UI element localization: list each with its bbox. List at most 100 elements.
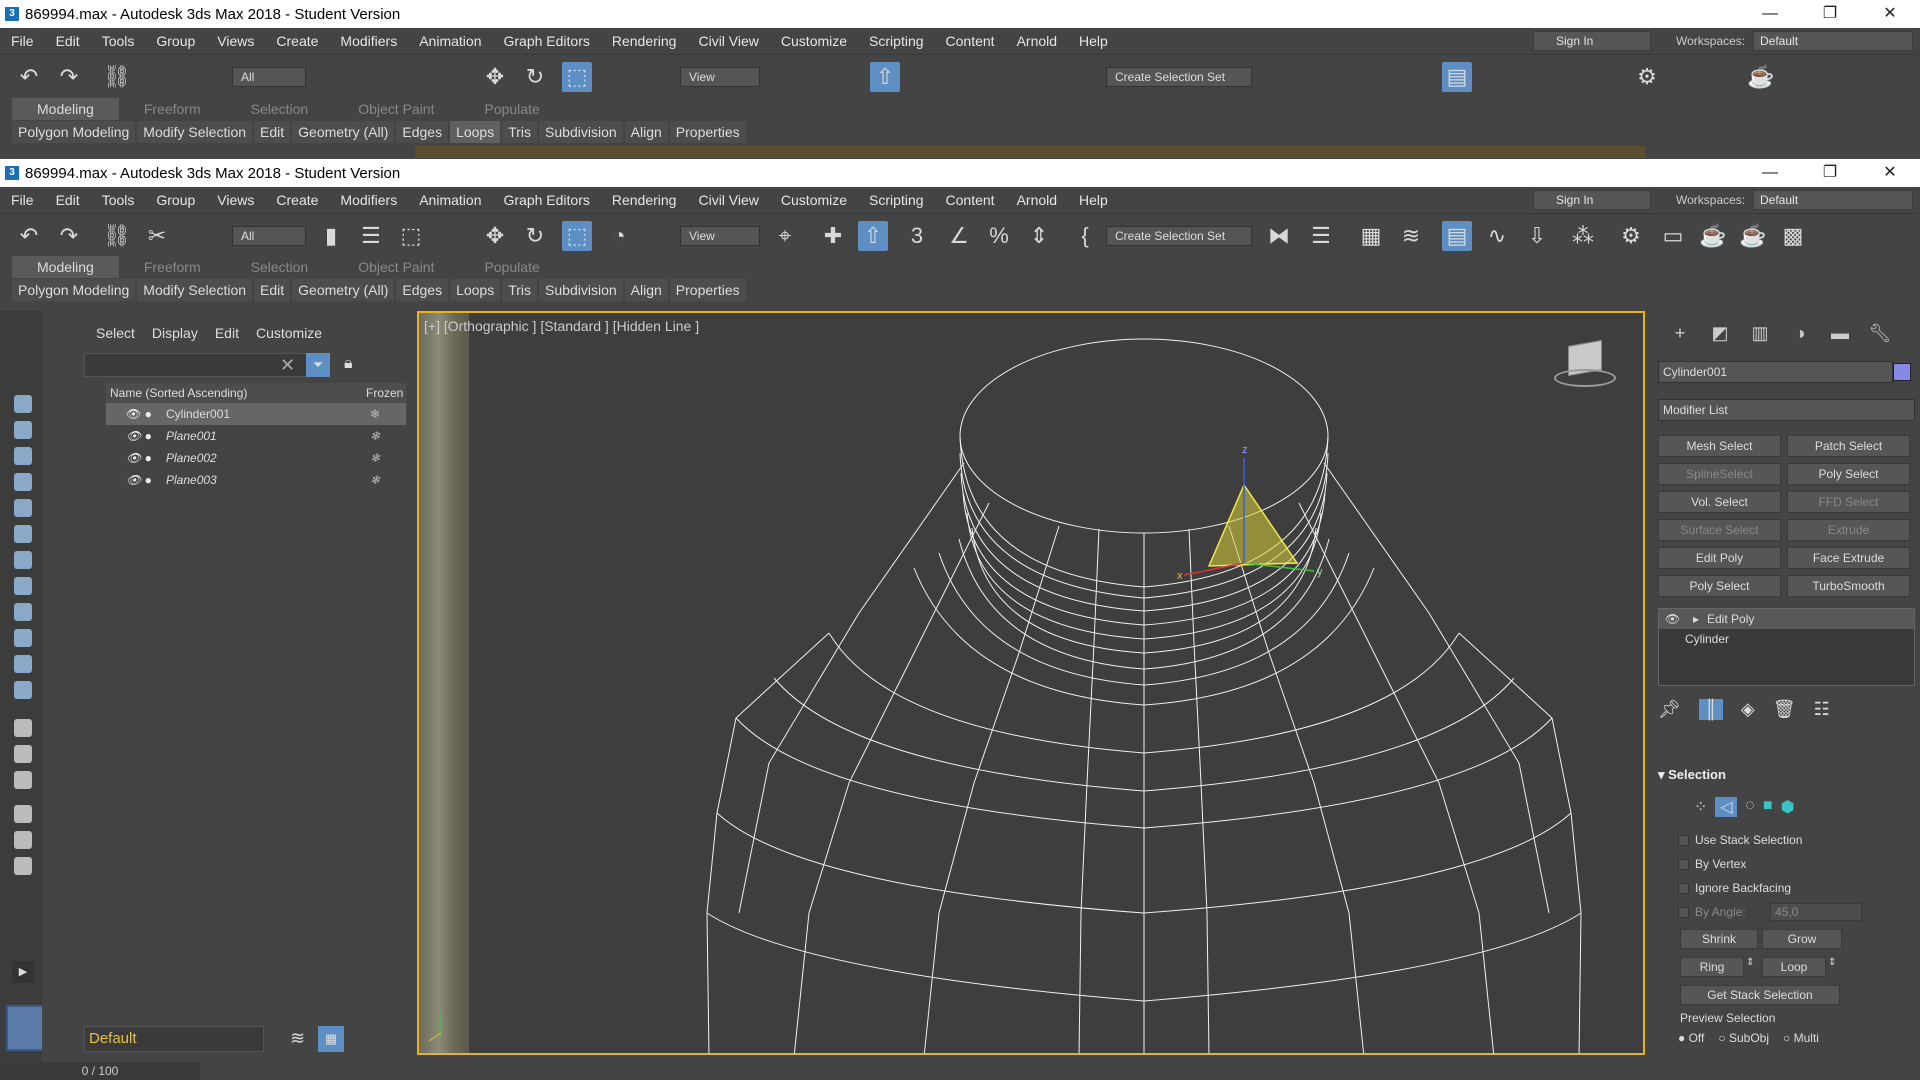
placement-icon[interactable]: ◔ [604, 221, 634, 251]
column-frozen[interactable]: Frozen [366, 383, 403, 403]
by-angle-checkbox[interactable]: By Angle: [1678, 905, 1746, 919]
visibility-icon[interactable]: 👁︎ ● [126, 425, 152, 447]
element-icon[interactable]: ⬢ [1781, 797, 1795, 817]
turbosmooth-button[interactable]: TurboSmooth [1787, 575, 1910, 597]
tab-object-paint[interactable]: Object Paint [333, 256, 459, 278]
scene-row-cylinder001[interactable]: 👁︎ ● Cylinder001 ❄ [106, 403, 406, 425]
by-vertex-checkbox[interactable]: By Vertex [1678, 857, 1746, 871]
undo-icon[interactable]: ↶ [14, 221, 44, 251]
layer-stack-icon[interactable]: ≋ [290, 1028, 305, 1049]
motion-tab-icon[interactable]: ◑ [1780, 323, 1820, 344]
pivot-icon[interactable]: ⌖ [770, 221, 800, 251]
vol-select-button[interactable]: Vol. Select [1658, 491, 1781, 513]
menu-content[interactable]: Content [935, 33, 1006, 49]
menu-animation[interactable]: Animation [408, 33, 492, 49]
sign-in-dropdown[interactable]: Sign In [1533, 190, 1651, 210]
layer-toggle-icon[interactable]: ▦ [318, 1026, 344, 1052]
maximize-button[interactable]: ❐ [1800, 0, 1860, 28]
menu-graph-editors[interactable]: Graph Editors [492, 192, 600, 208]
workspace-select[interactable]: Default [1753, 31, 1913, 51]
menu-help[interactable]: Help [1068, 192, 1119, 208]
redo-icon[interactable]: ↷ [54, 221, 84, 251]
menu-content[interactable]: Content [935, 192, 1006, 208]
render-production-icon[interactable]: ☕ [1698, 221, 1728, 251]
clipboard-icon[interactable] [14, 857, 32, 875]
ribbon-tris[interactable]: Tris [502, 279, 538, 301]
menu-modifiers[interactable]: Modifiers [329, 192, 408, 208]
pin-stack-icon[interactable]: 📌︎ [1658, 699, 1681, 720]
display-helpers-icon[interactable] [14, 499, 32, 517]
select-move-icon[interactable]: ⇧ [870, 62, 900, 92]
selection-set-dropdown[interactable]: Create Selection Set [1106, 67, 1252, 87]
ribbon-modify-selection[interactable]: Modify Selection [137, 279, 253, 301]
tab-object-paint[interactable]: Object Paint [333, 98, 459, 120]
rotate-icon[interactable]: ↻ [520, 62, 550, 92]
ribbon-toggle-icon[interactable]: ▤ [1442, 221, 1472, 251]
tab-selection[interactable]: Selection [226, 98, 334, 120]
menu-create[interactable]: Create [265, 33, 329, 49]
ribbon-tris[interactable]: Tris [502, 121, 538, 143]
ribbon-edit[interactable]: Edit [254, 121, 291, 143]
edge-icon[interactable]: ◁ [1715, 797, 1738, 817]
menu-rendering[interactable]: Rendering [601, 33, 688, 49]
ribbon-edit[interactable]: Edit [254, 279, 291, 301]
menu-file[interactable]: File [0, 192, 45, 208]
freeze-icon[interactable]: ❄ [370, 425, 380, 447]
ignore-backfacing-checkbox[interactable]: Ignore Backfacing [1678, 881, 1791, 895]
freeze-icon[interactable]: ❄ [370, 469, 380, 491]
border-icon[interactable]: ◌ [1745, 797, 1755, 817]
ring-spinner-icon[interactable]: ⇕ [1746, 957, 1754, 968]
ribbon-geometry-all[interactable]: Geometry (All) [292, 279, 395, 301]
display-xrefs-icon[interactable] [14, 577, 32, 595]
loop-spinner-icon[interactable]: ⇕ [1828, 957, 1836, 968]
menu-group[interactable]: Group [145, 192, 206, 208]
preview-subobj-radio[interactable]: ○ SubObj [1718, 1031, 1769, 1045]
angle-spinner[interactable]: 45,0 [1770, 903, 1862, 921]
select-manipulate-icon[interactable]: ⇧ [858, 221, 888, 251]
poly-select-button-2[interactable]: Poly Select [1658, 575, 1781, 597]
tab-selection[interactable]: Selection [226, 256, 334, 278]
tab-populate[interactable]: Populate [459, 256, 564, 278]
hierarchy-tab-icon[interactable]: ▥ [1740, 323, 1780, 344]
ribbon-align[interactable]: Align [624, 121, 668, 143]
stack-item-cylinder[interactable]: Cylinder [1659, 629, 1914, 649]
make-unique-icon[interactable]: ◈ [1741, 699, 1755, 720]
display-hidden-icon[interactable] [14, 681, 32, 699]
tab-freeform[interactable]: Freeform [119, 98, 226, 120]
display-frozen-icon[interactable] [14, 655, 32, 673]
menu-modifiers[interactable]: Modifiers [329, 33, 408, 49]
ribbon-loops[interactable]: Loops [450, 121, 501, 143]
menu-customize[interactable]: Customize [770, 192, 858, 208]
display-tab-icon[interactable]: ▬ [1820, 323, 1860, 344]
render-icon[interactable]: ☕ [1746, 62, 1776, 92]
workspace-select[interactable]: Default [1753, 190, 1913, 210]
scene-row-plane002[interactable]: 👁︎ ● Plane002 ❄ [106, 447, 406, 469]
select-by-name-icon[interactable]: ☰ [356, 221, 386, 251]
patch-select-button[interactable]: Patch Select [1787, 435, 1910, 457]
time-slider[interactable]: 0 / 100 [0, 1062, 200, 1080]
link-icon[interactable]: ⛓ [102, 221, 132, 251]
align-icon[interactable]: ☰ [1306, 221, 1336, 251]
menu-animation[interactable]: Animation [408, 192, 492, 208]
undo-icon[interactable]: ↶ [14, 62, 44, 92]
menu-graph-editors[interactable]: Graph Editors [492, 33, 600, 49]
rect-selection-icon[interactable]: ⬚ [396, 221, 426, 251]
menu-scripting[interactable]: Scripting [858, 33, 934, 49]
rendered-frame-icon[interactable]: ▭ [1658, 221, 1688, 251]
maximize-button[interactable]: ❐ [1800, 159, 1860, 187]
ribbon-loops[interactable]: Loops [450, 279, 501, 301]
poly-select-button[interactable]: Poly Select [1787, 463, 1910, 485]
display-shapes-icon[interactable] [14, 421, 32, 439]
menu-edit[interactable]: Edit [45, 192, 91, 208]
ribbon-subdivision[interactable]: Subdivision [539, 121, 623, 143]
curve-editor-icon[interactable]: ∿ [1482, 221, 1512, 251]
tab-modeling[interactable]: Modeling [12, 98, 119, 120]
polygon-icon[interactable]: ■ [1763, 797, 1773, 817]
unlink-icon[interactable]: ✂ [142, 221, 172, 251]
edit-poly-button[interactable]: Edit Poly [1658, 547, 1781, 569]
view-dropdown[interactable]: View [680, 226, 760, 246]
move-icon[interactable]: ✥ [480, 221, 510, 251]
create-tab-icon[interactable]: + [1660, 323, 1700, 344]
face-extrude-button[interactable]: Face Extrude [1787, 547, 1910, 569]
move-icon[interactable]: ✥ [480, 62, 510, 92]
